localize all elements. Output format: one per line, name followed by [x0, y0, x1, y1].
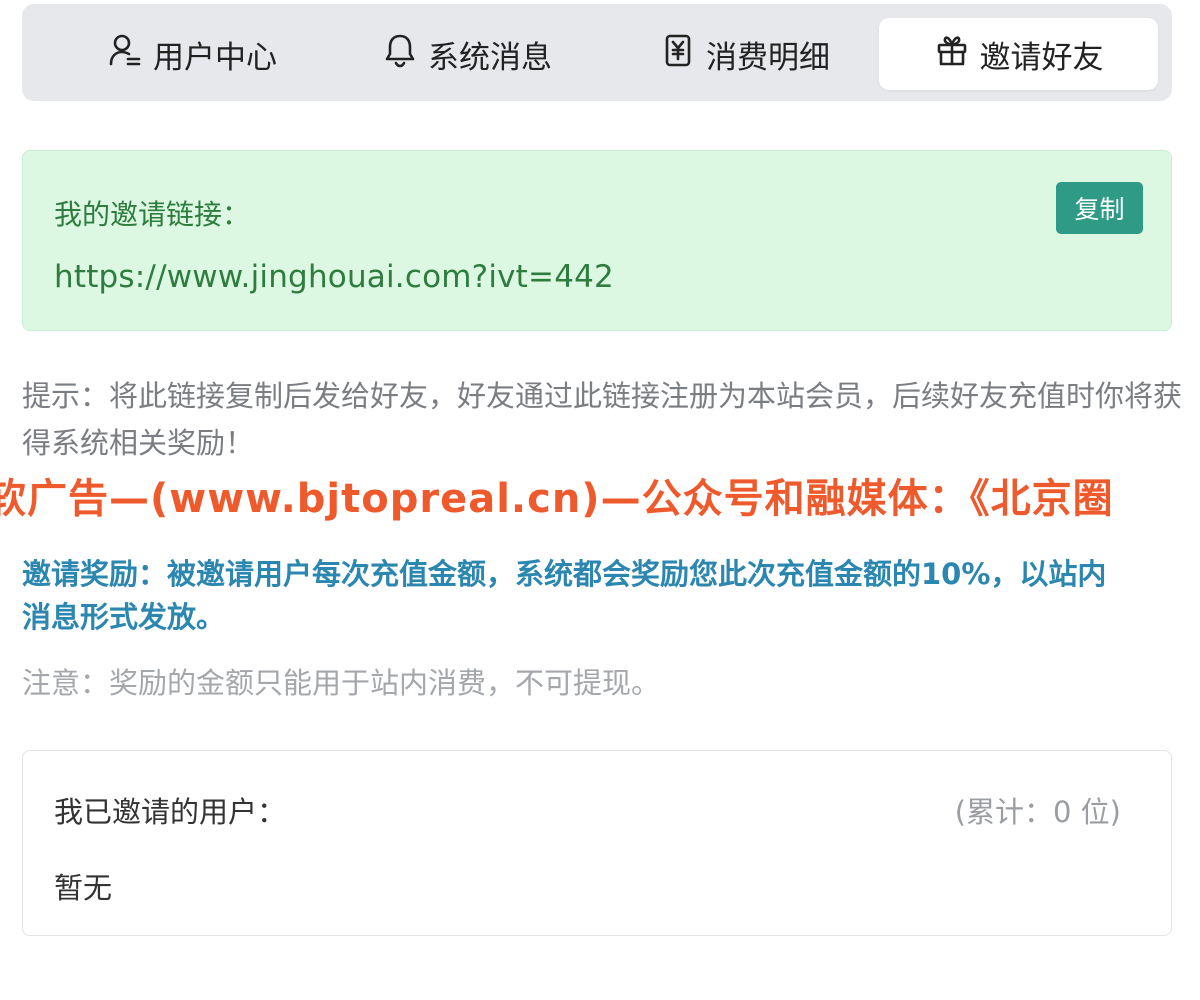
tab-label: 系统消息 [428, 39, 552, 76]
invited-users-count: (累计：0 位) [954, 795, 1121, 829]
copy-button[interactable]: 复制 [1056, 182, 1143, 234]
invite-link-panel: 我的邀请链接： 复制 https://www.jinghouai.com?ivt… [22, 150, 1172, 331]
tab-label: 邀请好友 [979, 39, 1104, 76]
invite-reward-text: 邀请奖励：被邀请用户每次充值金额，系统都会奖励您此次充值金额的10%，以站内消息… [22, 557, 1107, 634]
tab-system-messages[interactable]: 系统消息 [347, 18, 587, 90]
invite-link-url[interactable]: https://www.jinghouai.com?ivt=442 [54, 259, 614, 295]
user-icon [107, 32, 143, 76]
watermark-text: 软广告—(www.bjtopreal.cn)—公众号和融媒体：《北京圈 [0, 476, 1114, 522]
invite-link-label: 我的邀请链接： [54, 198, 251, 231]
tab-user-center[interactable]: 用户中心 [72, 18, 312, 90]
tab-label: 用户中心 [153, 39, 277, 76]
invite-tip-text: 提示：将此链接复制后发给好友，好友通过此链接注册为本站会员，后续好友充值时你将获… [22, 379, 1183, 460]
reward-note-text: 注意：奖励的金额只能用于站内消费，不可提现。 [22, 666, 661, 700]
bell-icon [382, 32, 418, 76]
tab-bar: 用户中心 系统消息 消费明细 邀请好友 [22, 4, 1172, 101]
receipt-yen-icon [660, 32, 696, 76]
gift-icon [934, 32, 970, 76]
invited-users-panel: 我已邀请的用户： (累计：0 位) 暂无 [22, 750, 1172, 936]
invited-users-empty-text: 暂无 [54, 871, 113, 905]
tab-label: 消费明细 [706, 39, 830, 76]
invited-users-title: 我已邀请的用户： [54, 795, 287, 829]
tab-invite-friends[interactable]: 邀请好友 [879, 18, 1158, 90]
advertisement-watermark: 软广告—(www.bjtopreal.cn)—公众号和融媒体：《北京圈 [0, 468, 1200, 530]
tab-expense-details[interactable]: 消费明细 [625, 18, 865, 90]
